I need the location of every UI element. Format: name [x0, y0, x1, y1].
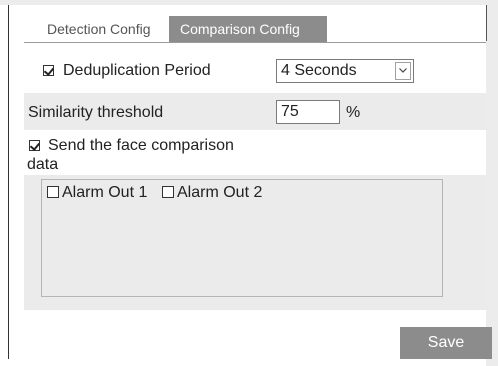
right-edge-line: [486, 5, 487, 41]
alarm-out-1-item[interactable]: Alarm Out 1: [47, 184, 147, 202]
checkmark-icon: [43, 65, 55, 76]
deduplication-period-select[interactable]: 4 Seconds: [276, 59, 414, 83]
tab-detection-config[interactable]: Detection Config: [39, 16, 169, 42]
alarm-out-1-checkbox[interactable]: [47, 186, 59, 198]
right-border: [486, 5, 498, 366]
select-value: 4 Seconds: [281, 62, 357, 79]
left-border: [8, 5, 9, 359]
tab-comparison-config[interactable]: Comparison Config: [169, 16, 327, 42]
alarm-output-list: Alarm Out 1 Alarm Out 2: [41, 179, 443, 297]
alarm-out-2-checkbox[interactable]: [162, 186, 174, 198]
similarity-threshold-input[interactable]: [276, 100, 340, 124]
deduplication-label: Deduplication Period: [63, 62, 211, 79]
alarm-out-2-item[interactable]: Alarm Out 2: [162, 184, 262, 202]
top-border: [0, 0, 498, 5]
send-data-label: Send the face comparison: [48, 137, 234, 154]
send-data-label-cont: data: [27, 156, 59, 173]
chevron-down-icon[interactable]: [395, 62, 411, 80]
tab-underline: [24, 42, 486, 43]
alarm-out-1-label: Alarm Out 1: [62, 184, 148, 201]
alarm-out-2-label: Alarm Out 2: [177, 184, 263, 201]
send-data-checkbox[interactable]: [29, 140, 41, 151]
deduplication-checkbox[interactable]: [43, 65, 55, 76]
percent-unit: %: [346, 104, 361, 121]
similarity-label: Similarity threshold: [28, 104, 164, 121]
checkmark-icon: [29, 140, 41, 151]
config-tabs: Detection Config Comparison Config: [39, 16, 327, 42]
save-button[interactable]: Save: [400, 327, 492, 359]
